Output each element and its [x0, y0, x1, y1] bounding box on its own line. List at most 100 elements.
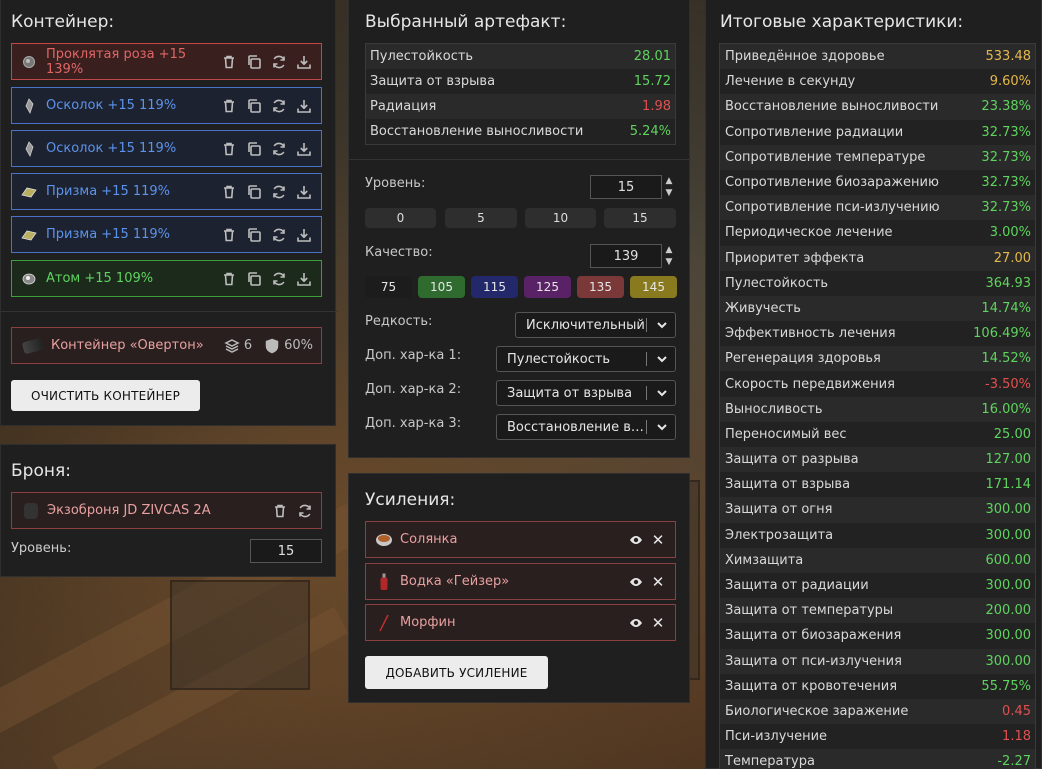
extra2-select[interactable]: Защита от взрыва: [496, 380, 676, 406]
eye-icon[interactable]: [629, 616, 643, 630]
container-item[interactable]: Призма +15 119%: [11, 216, 322, 253]
boosts-panel: Усиления: Солянка ✕ Водка «Гейзер» ✕ Мор…: [348, 473, 690, 703]
container-title: Контейнер:: [11, 12, 115, 32]
quality-input[interactable]: [590, 244, 662, 268]
level-label: Уровень:: [365, 176, 426, 191]
quality-preset-button[interactable]: 115: [471, 276, 518, 298]
replace-icon[interactable]: [296, 502, 314, 520]
copy-icon[interactable]: [245, 226, 263, 244]
table-row: Сопротивление температуре 32.73%: [720, 144, 1035, 170]
extra1-label: Доп. хар-ка 1:: [365, 348, 462, 363]
delete-icon[interactable]: [220, 183, 238, 201]
container-item[interactable]: Атом +15 109%: [11, 260, 322, 297]
table-row: Сопротивление пси-излучению 32.73%: [720, 195, 1035, 221]
soup-icon: [375, 531, 393, 549]
container-item-label: Осколок +15 119%: [46, 98, 177, 113]
level-stepper[interactable]: ▲ ▼: [663, 175, 675, 199]
table-row: Защита от разрыва 127.00: [720, 447, 1035, 473]
download-icon[interactable]: [295, 270, 313, 288]
stat-name: Электрозащита: [725, 527, 834, 543]
extra1-select[interactable]: Пулестойкость: [496, 346, 676, 372]
totals-table: Приведённое здоровье 533.48 Лечение в секу…: [719, 43, 1036, 769]
replace-icon[interactable]: [270, 270, 288, 288]
stat-value: 364.93: [985, 275, 1032, 291]
level-preset-button[interactable]: 15: [604, 208, 676, 228]
close-icon[interactable]: ✕: [651, 531, 665, 549]
add-boost-button[interactable]: ДОБАВИТЬ УСИЛЕНИЕ: [365, 656, 548, 689]
level-preset-button[interactable]: 10: [525, 208, 596, 228]
download-icon[interactable]: [295, 140, 313, 158]
stat-value: -3.50%: [985, 376, 1031, 392]
eye-icon[interactable]: [629, 533, 643, 547]
container-item[interactable]: Осколок +15 119%: [11, 130, 322, 167]
delete-icon[interactable]: [220, 97, 238, 115]
boost-item[interactable]: Морфин ✕: [365, 604, 676, 641]
stat-value: 106.49%: [973, 326, 1031, 342]
stat-value: 25.00: [993, 426, 1031, 442]
container-item-label: Призма +15 119%: [46, 184, 171, 199]
boost-item-label: Морфин: [400, 615, 456, 630]
level-preset-button[interactable]: 0: [365, 208, 436, 228]
quality-preset-button[interactable]: 135: [577, 276, 624, 298]
stat-name: Переносимый вес: [725, 426, 847, 442]
container-box[interactable]: Контейнер «Овертон» 6 60%: [11, 327, 322, 364]
stat-name: Биологическое заражение: [725, 703, 909, 719]
quality-preset-button[interactable]: 105: [418, 276, 465, 298]
replace-icon[interactable]: [270, 97, 288, 115]
extra3-select[interactable]: Восстановление выносливости: [496, 414, 676, 440]
replace-icon[interactable]: [270, 53, 288, 71]
quality-preset-button[interactable]: 75: [365, 276, 412, 298]
download-icon[interactable]: [295, 226, 313, 244]
table-row: Восстановление выносливости 23.38%: [720, 94, 1035, 120]
stat-value: 127.00: [985, 452, 1032, 468]
table-row: Температура -2.27: [720, 749, 1035, 769]
copy-icon[interactable]: [245, 140, 263, 158]
delete-icon[interactable]: [220, 140, 238, 158]
container-slots: 6: [243, 338, 253, 353]
totals-title: Итоговые характеристики:: [720, 12, 964, 32]
clear-container-button[interactable]: ОЧИСТИТЬ КОНТЕЙНЕР: [11, 380, 200, 411]
delete-icon[interactable]: [220, 270, 238, 288]
stat-value: 15.72: [633, 74, 671, 89]
stat-name: Защита от кровотечения: [725, 678, 898, 694]
close-icon[interactable]: ✕: [651, 614, 665, 632]
copy-icon[interactable]: [245, 183, 263, 201]
rarity-select[interactable]: Исключительный: [515, 312, 676, 338]
stat-name: Защита от разрыва: [725, 452, 859, 468]
replace-icon[interactable]: [270, 140, 288, 158]
stat-value: 55.75%: [981, 678, 1031, 694]
delete-icon[interactable]: [220, 53, 238, 71]
stat-name: Защита от взрыва: [725, 477, 851, 493]
armor-level-input[interactable]: [250, 539, 322, 563]
copy-icon[interactable]: [245, 53, 263, 71]
close-icon[interactable]: ✕: [651, 573, 665, 591]
download-icon[interactable]: [295, 97, 313, 115]
replace-icon[interactable]: [270, 183, 288, 201]
delete-icon[interactable]: [271, 502, 289, 520]
table-row: Приоритет эффекта 27.00: [720, 245, 1035, 271]
download-icon[interactable]: [295, 183, 313, 201]
quality-preset-button[interactable]: 125: [524, 276, 571, 298]
stat-name: Защита от радиации: [725, 578, 869, 594]
table-row: Химзащита 600.00: [720, 547, 1035, 573]
boost-item[interactable]: Водка «Гейзер» ✕: [365, 563, 676, 600]
boost-item[interactable]: Солянка ✕: [365, 521, 676, 558]
copy-icon[interactable]: [245, 97, 263, 115]
quality-stepper[interactable]: ▲ ▼: [663, 244, 675, 268]
delete-icon[interactable]: [220, 226, 238, 244]
container-item[interactable]: Осколок +15 119%: [11, 87, 322, 124]
container-item-label: Осколок +15 119%: [46, 141, 177, 156]
quality-preset-button[interactable]: 145: [630, 276, 677, 298]
container-item[interactable]: Призма +15 119%: [11, 173, 322, 210]
boosts-title: Усиления:: [365, 490, 456, 510]
download-icon[interactable]: [295, 53, 313, 71]
stat-value: 32.73%: [981, 124, 1031, 140]
level-preset-button[interactable]: 5: [445, 208, 517, 228]
copy-icon[interactable]: [245, 270, 263, 288]
replace-icon[interactable]: [270, 226, 288, 244]
level-input[interactable]: [590, 175, 662, 199]
chevron-down-icon: [653, 387, 671, 399]
eye-icon[interactable]: [629, 575, 643, 589]
armor-item[interactable]: Экзоброня JD ZIVCAS 2A: [11, 492, 322, 529]
container-item[interactable]: Проклятая роза +15 139%: [11, 43, 322, 80]
